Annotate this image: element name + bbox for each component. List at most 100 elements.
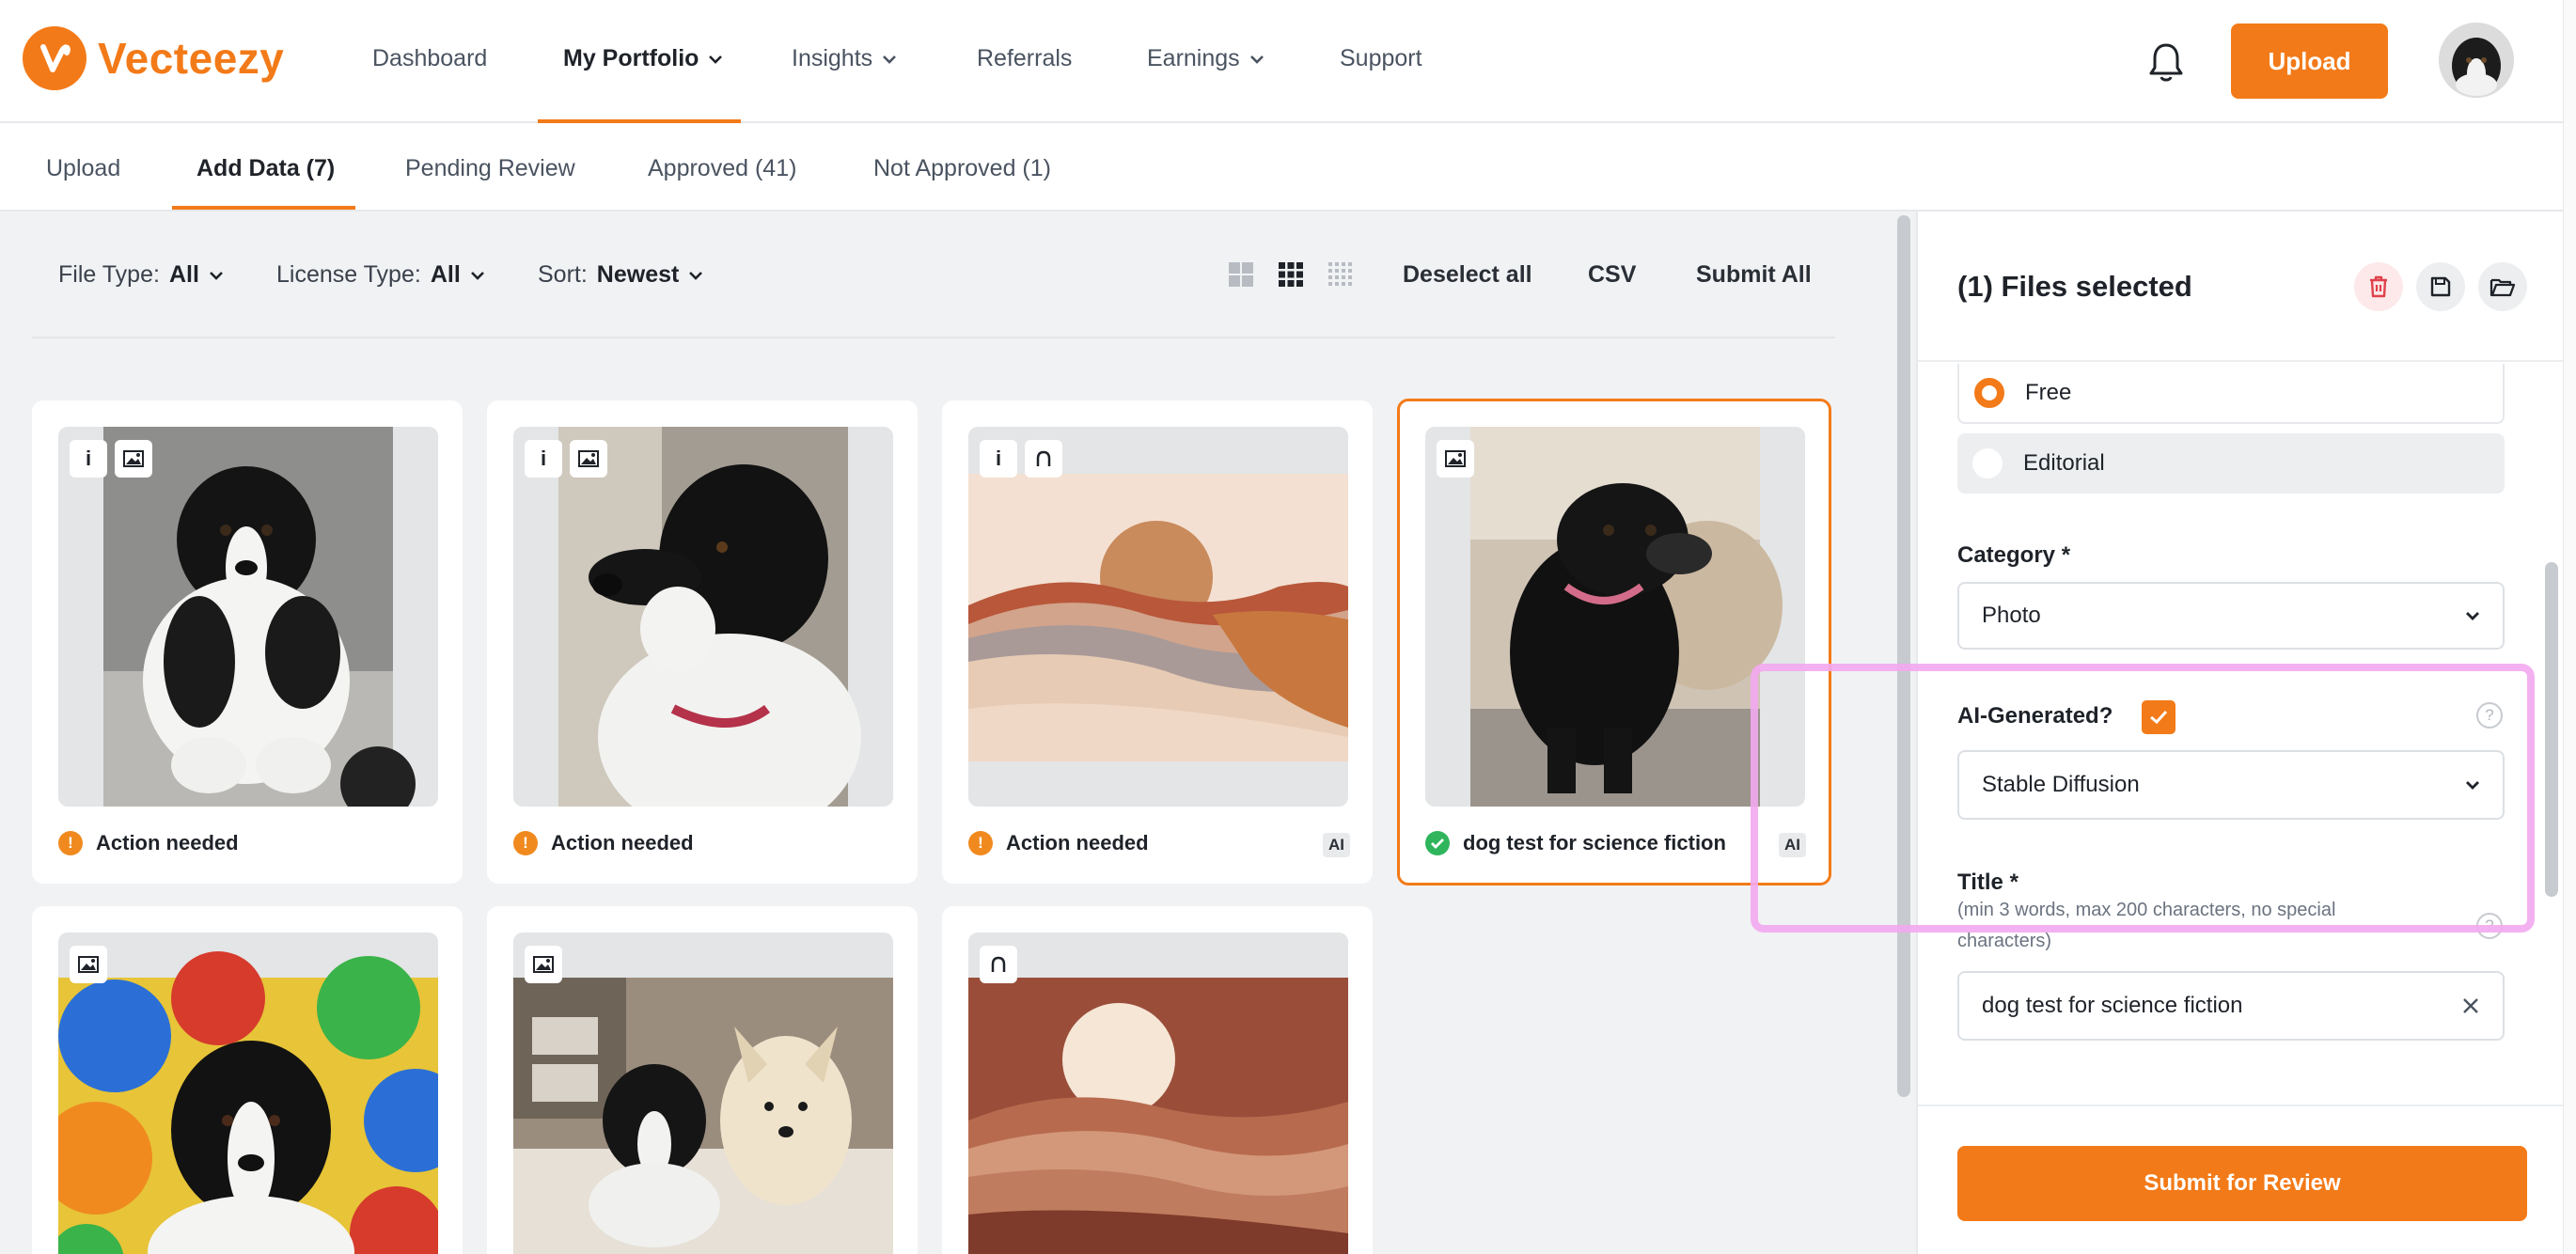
title-input-value: dog test for science fiction <box>1982 993 2243 1018</box>
nav-insights-label: Insights <box>792 45 873 71</box>
chevron-down-icon <box>709 55 723 64</box>
chevron-down-icon <box>470 271 484 280</box>
card-status-text: dog test for science fiction <box>1463 831 1726 854</box>
license-option-editorial[interactable]: Editorial <box>1957 433 2505 494</box>
tab-not-approved[interactable]: Not Approved (1) <box>873 155 1051 182</box>
file-type-filter[interactable]: File Type: All <box>58 261 224 289</box>
avatar[interactable] <box>2439 23 2514 98</box>
media-thumbnail: i <box>58 427 438 807</box>
media-thumbnail <box>1425 427 1805 807</box>
warning-icon: ! <box>968 831 993 855</box>
grid-scrollbar[interactable] <box>1897 215 1910 1097</box>
photo-type-icon <box>70 946 107 983</box>
card-status-text: Action needed <box>1006 831 1149 854</box>
nav-referrals-label: Referrals <box>977 45 1073 71</box>
media-card[interactable] <box>32 906 463 1254</box>
submit-for-review-button[interactable]: Submit for Review <box>1957 1146 2527 1221</box>
card-status-text: Action needed <box>551 831 694 854</box>
media-card[interactable]: i ! Action needed <box>32 400 463 884</box>
media-thumbnail <box>968 933 1348 1254</box>
page-scrollbar-track[interactable] <box>2563 0 2576 1254</box>
top-navigation: Vecteezy Dashboard My Portfolio Insights… <box>0 0 2576 123</box>
media-card[interactable] <box>942 906 1373 1254</box>
nav-earnings-label: Earnings <box>1147 45 1240 71</box>
nav-insights[interactable]: Insights <box>792 45 897 72</box>
small-grid-icon[interactable] <box>1327 261 1354 288</box>
radio-selected[interactable] <box>1974 378 2004 408</box>
license-type-filter[interactable]: License Type: All <box>276 261 485 289</box>
nav-referrals[interactable]: Referrals <box>977 45 1072 72</box>
media-thumbnail: i <box>968 427 1348 807</box>
nav-dashboard[interactable]: Dashboard <box>372 45 487 72</box>
media-card[interactable] <box>487 906 918 1254</box>
folder-open-icon[interactable] <box>2478 262 2527 311</box>
active-tab-indicator <box>172 206 355 210</box>
chevron-down-icon <box>883 55 897 64</box>
nav-my-portfolio[interactable]: My Portfolio <box>563 45 723 72</box>
logo-mark-icon <box>23 26 86 90</box>
submit-all-button[interactable]: Submit All <box>1696 261 1812 289</box>
nav-my-portfolio-label: My Portfolio <box>563 45 699 71</box>
radio-unselected[interactable] <box>1972 448 2003 478</box>
tab-add-data[interactable]: Add Data (7) <box>196 155 335 182</box>
upload-button[interactable]: Upload <box>2231 24 2388 99</box>
warning-icon: ! <box>58 831 83 855</box>
nav-support-label: Support <box>1340 45 1422 71</box>
csv-button[interactable]: CSV <box>1588 261 1636 289</box>
card-status-text: Action needed <box>96 831 239 854</box>
nav-support[interactable]: Support <box>1340 45 1422 72</box>
sort-filter[interactable]: Sort: Newest <box>538 261 703 289</box>
license-option-label: Free <box>2025 380 2072 405</box>
category-value: Photo <box>1982 603 2041 628</box>
media-thumbnail <box>58 933 438 1254</box>
media-thumbnail <box>513 933 893 1254</box>
category-select[interactable]: Photo <box>1957 582 2505 650</box>
info-icon[interactable]: i <box>70 440 107 478</box>
large-grid-icon[interactable] <box>1228 261 1254 288</box>
nav-earnings[interactable]: Earnings <box>1147 45 1264 72</box>
info-icon[interactable]: i <box>980 440 1017 478</box>
photo-type-icon <box>570 440 607 478</box>
chevron-down-icon <box>2466 612 2479 620</box>
medium-grid-icon[interactable] <box>1278 261 1304 288</box>
sort-value: Newest <box>596 261 680 288</box>
license-option-label: Editorial <box>2023 450 2105 476</box>
file-type-label: File Type: <box>58 261 160 288</box>
media-thumbnail: i <box>513 427 893 807</box>
check-circle-icon <box>1425 831 1450 855</box>
card-status: ! Action needed <box>58 831 239 855</box>
bell-icon[interactable] <box>2147 41 2185 83</box>
clear-icon[interactable] <box>2461 996 2480 1015</box>
chevron-down-icon <box>1249 55 1264 64</box>
panel-title: (1) Files selected <box>1957 270 2192 303</box>
sort-label: Sort: <box>538 261 588 288</box>
card-status: ! Action needed <box>513 831 694 855</box>
vector-type-icon <box>980 946 1017 983</box>
photo-type-icon <box>1437 440 1474 478</box>
save-icon[interactable] <box>2416 262 2465 311</box>
deselect-all-button[interactable]: Deselect all <box>1403 261 1532 289</box>
card-status: dog test for science fiction <box>1425 831 1726 855</box>
license-option-free[interactable]: Free <box>1957 364 2505 424</box>
logo-wordmark: Vecteezy <box>98 34 285 83</box>
license-type-value: All <box>430 261 461 288</box>
category-label: Category * <box>1957 542 2071 568</box>
title-input[interactable]: dog test for science fiction <box>1957 971 2505 1041</box>
file-type-value: All <box>168 261 199 288</box>
info-icon[interactable]: i <box>525 440 562 478</box>
photo-type-icon <box>115 440 152 478</box>
nav-dashboard-label: Dashboard <box>372 45 488 71</box>
tab-pending-review[interactable]: Pending Review <box>405 155 575 182</box>
media-card[interactable]: i ! Action needed AI <box>942 400 1373 884</box>
trash-icon[interactable] <box>2354 262 2403 311</box>
media-card[interactable]: i ! Action needed <box>487 400 918 884</box>
panel-header: (1) Files selected <box>1918 212 2565 362</box>
vecteezy-logo[interactable]: Vecteezy <box>23 26 284 90</box>
panel-scrollbar[interactable] <box>2545 562 2558 897</box>
card-status: ! Action needed <box>968 831 1149 855</box>
panel-footer: Submit for Review <box>1918 1105 2565 1254</box>
tab-approved[interactable]: Approved (41) <box>648 155 796 182</box>
tab-upload[interactable]: Upload <box>46 155 120 182</box>
photo-type-icon <box>525 946 562 983</box>
chevron-down-icon <box>689 271 703 280</box>
